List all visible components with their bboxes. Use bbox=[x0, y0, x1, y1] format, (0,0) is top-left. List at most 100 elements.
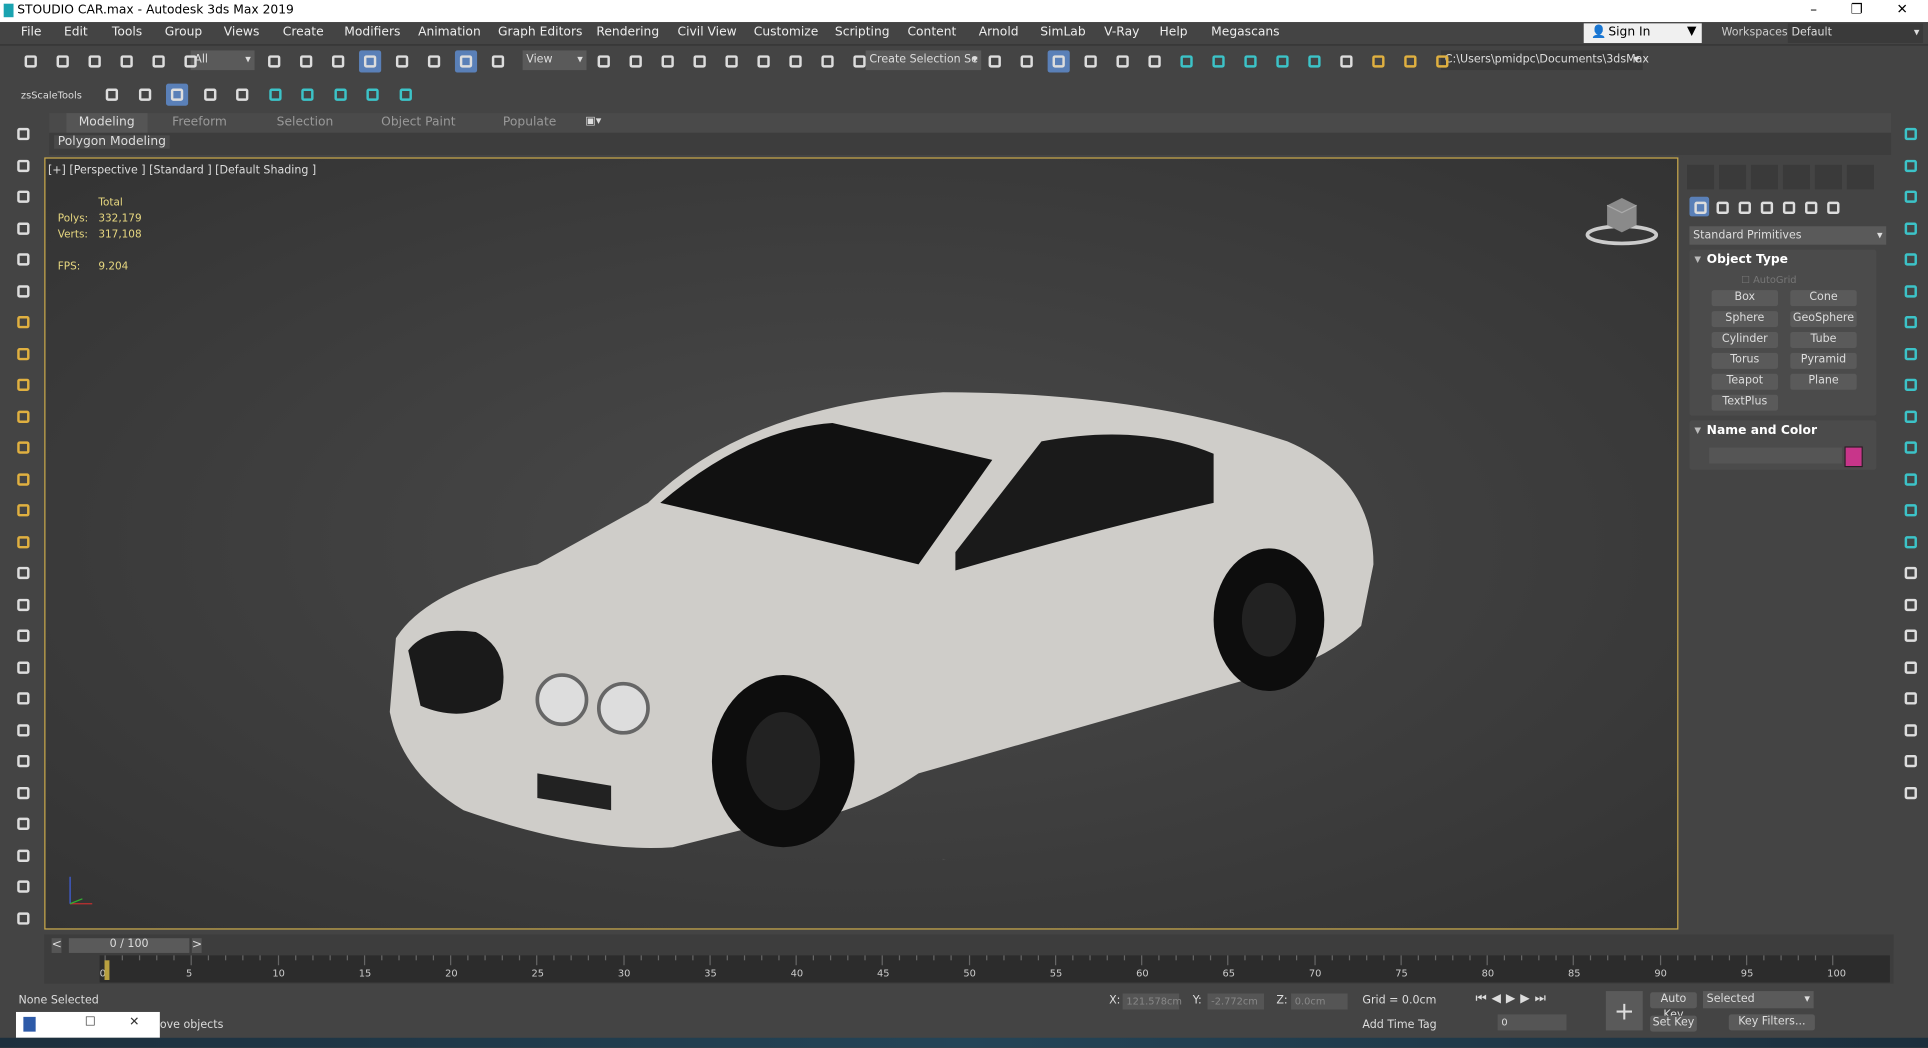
menu-item-simlab[interactable]: SimLab bbox=[1040, 26, 1085, 40]
car-model[interactable] bbox=[365, 380, 1374, 860]
rect-selection-icon[interactable] bbox=[295, 50, 317, 72]
menu-item-modifiers[interactable]: Modifiers bbox=[344, 26, 400, 40]
vray-icon-4[interactable] bbox=[362, 84, 384, 106]
menu-item-v-ray[interactable]: V-Ray bbox=[1104, 26, 1139, 40]
panel-tab-display[interactable] bbox=[1814, 164, 1842, 190]
named-selection-dropdown[interactable]: Create Selection Se bbox=[865, 50, 982, 71]
left-tool-icon-18[interactable] bbox=[12, 656, 34, 678]
left-tool-icon-15[interactable] bbox=[12, 562, 34, 584]
select-move-icon[interactable] bbox=[359, 50, 382, 73]
left-tool-icon-4[interactable] bbox=[12, 217, 34, 239]
bend-icon[interactable] bbox=[231, 84, 253, 106]
menu-item-tools[interactable]: Tools bbox=[112, 26, 142, 40]
left-tool-icon-7[interactable] bbox=[12, 311, 34, 333]
render-icon[interactable] bbox=[1271, 50, 1293, 72]
left-tool-icon-6[interactable] bbox=[12, 280, 34, 302]
drop-icon[interactable] bbox=[133, 84, 155, 106]
create-teapot-button[interactable]: Teapot bbox=[1711, 373, 1779, 390]
sign-in-button[interactable]: 👤 Sign In ▼ bbox=[1583, 23, 1702, 44]
left-tool-icon-22[interactable] bbox=[12, 781, 34, 803]
left-tool-icon-3[interactable] bbox=[12, 186, 34, 208]
right-tool-icon-14[interactable] bbox=[1900, 531, 1922, 553]
pivot-icon[interactable] bbox=[487, 50, 509, 72]
vray-icon-5[interactable] bbox=[394, 84, 416, 106]
create-tube-button[interactable]: Tube bbox=[1790, 331, 1857, 348]
maximize-icon[interactable]: ☐ bbox=[85, 1016, 96, 1030]
select-object-icon[interactable] bbox=[180, 50, 202, 72]
key-mode-dropdown[interactable]: Selected bbox=[1702, 991, 1814, 1009]
menu-item-customize[interactable]: Customize bbox=[754, 26, 819, 40]
ribbon-tab-modeling[interactable]: Modeling bbox=[66, 113, 147, 133]
close-icon[interactable]: ✕ bbox=[129, 1016, 139, 1030]
set-key-big-button[interactable]: + bbox=[1605, 991, 1643, 1031]
create-cone-button[interactable]: Cone bbox=[1790, 290, 1857, 307]
menu-item-animation[interactable]: Animation bbox=[418, 26, 481, 40]
perspective-viewport[interactable]: [+] [Perspective ] [Standard ] [Default … bbox=[44, 157, 1679, 930]
y-coordinate-field[interactable]: -2.772cm bbox=[1207, 993, 1265, 1010]
rb-icon[interactable] bbox=[165, 83, 189, 106]
menu-item-arnold[interactable]: Arnold bbox=[979, 26, 1019, 40]
project-icon-3[interactable] bbox=[1431, 50, 1453, 72]
undo-icon[interactable] bbox=[20, 50, 42, 72]
right-tool-icon-19[interactable] bbox=[1900, 687, 1922, 709]
left-tool-icon-1[interactable] bbox=[12, 123, 34, 145]
create-pyramid-button[interactable]: Pyramid bbox=[1790, 352, 1857, 369]
left-tool-icon-13[interactable] bbox=[12, 499, 34, 521]
left-tool-icon-11[interactable] bbox=[12, 437, 34, 459]
ribbon-toggle-icon[interactable] bbox=[1047, 50, 1070, 73]
dope-sheet-icon[interactable] bbox=[1112, 50, 1134, 72]
set-project-folder-icon[interactable] bbox=[1335, 50, 1357, 72]
left-tool-icon-25[interactable] bbox=[12, 875, 34, 897]
menu-item-graph-editors[interactable]: Graph Editors bbox=[498, 26, 582, 40]
right-tool-icon-7[interactable] bbox=[1900, 311, 1922, 333]
create-plane-button[interactable]: Plane bbox=[1790, 373, 1857, 390]
left-tool-icon-14[interactable] bbox=[12, 531, 34, 553]
category-helpers-icon[interactable] bbox=[1778, 197, 1798, 217]
playback-controls[interactable]: ⏮◀▶▶⏭ bbox=[1476, 992, 1551, 1006]
right-tool-icon-2[interactable] bbox=[1900, 154, 1922, 176]
create-geosphere-button[interactable]: GeoSphere bbox=[1790, 311, 1857, 328]
left-tool-icon-21[interactable] bbox=[12, 750, 34, 772]
menu-item-rendering[interactable]: Rendering bbox=[596, 26, 659, 40]
project-icon-2[interactable] bbox=[1399, 50, 1421, 72]
ribbon-tab-selection[interactable]: Selection bbox=[277, 116, 334, 130]
set-key-button[interactable]: Set Key bbox=[1650, 1015, 1697, 1032]
left-tool-icon-24[interactable] bbox=[12, 844, 34, 866]
snaps-3d-icon[interactable] bbox=[657, 50, 679, 72]
time-cursor[interactable] bbox=[104, 960, 110, 980]
create-textplus-button[interactable]: TextPlus bbox=[1711, 394, 1779, 411]
ribbon-tab-populate[interactable]: Populate bbox=[503, 116, 556, 130]
left-tool-icon-2[interactable] bbox=[12, 154, 34, 176]
category-lights-icon[interactable] bbox=[1734, 197, 1754, 217]
scale-tool-icon[interactable] bbox=[101, 84, 123, 106]
left-tool-icon-10[interactable] bbox=[12, 405, 34, 427]
right-tool-icon-17[interactable] bbox=[1900, 625, 1922, 647]
viewport-label[interactable]: [+] [Perspective ] [Standard ] [Default … bbox=[48, 165, 316, 177]
menu-item-help[interactable]: Help bbox=[1160, 26, 1188, 40]
category-systems-icon[interactable] bbox=[1822, 197, 1842, 217]
key-filters-button[interactable]: Key Filters... bbox=[1728, 1014, 1815, 1031]
right-tool-icon-9[interactable] bbox=[1900, 374, 1922, 396]
rendered-frame-icon[interactable] bbox=[1239, 50, 1261, 72]
viewcube-icon[interactable] bbox=[1582, 191, 1661, 248]
right-tool-icon-22[interactable] bbox=[1900, 781, 1922, 803]
mirror-transform-icon[interactable] bbox=[593, 50, 615, 72]
left-tool-icon-16[interactable] bbox=[12, 593, 34, 615]
menu-item-file[interactable]: File bbox=[21, 26, 42, 40]
spiral-icon[interactable] bbox=[199, 84, 221, 106]
panel-tab-utilities[interactable] bbox=[1846, 164, 1874, 190]
left-tool-icon-19[interactable] bbox=[12, 687, 34, 709]
polygon-modeling-label[interactable]: Polygon Modeling bbox=[54, 135, 170, 149]
reference-coord-dropdown[interactable]: View bbox=[522, 50, 587, 71]
z-coordinate-field[interactable]: 0.0cm bbox=[1291, 993, 1348, 1010]
category-space-warps-icon[interactable] bbox=[1800, 197, 1820, 217]
category-shapes-icon[interactable] bbox=[1712, 197, 1732, 217]
name-and-color-title[interactable]: Name and Color bbox=[1707, 424, 1817, 438]
workspace-select[interactable]: Default bbox=[1787, 23, 1924, 44]
vray-icon-1[interactable] bbox=[264, 84, 286, 106]
scene-explorer-icon[interactable] bbox=[984, 50, 1006, 72]
close-button[interactable]: ✕ bbox=[1884, 1, 1921, 17]
right-tool-icon-4[interactable] bbox=[1900, 217, 1922, 239]
vray-icon-3[interactable] bbox=[329, 84, 351, 106]
add-time-tag[interactable]: Add Time Tag bbox=[1362, 1019, 1436, 1031]
